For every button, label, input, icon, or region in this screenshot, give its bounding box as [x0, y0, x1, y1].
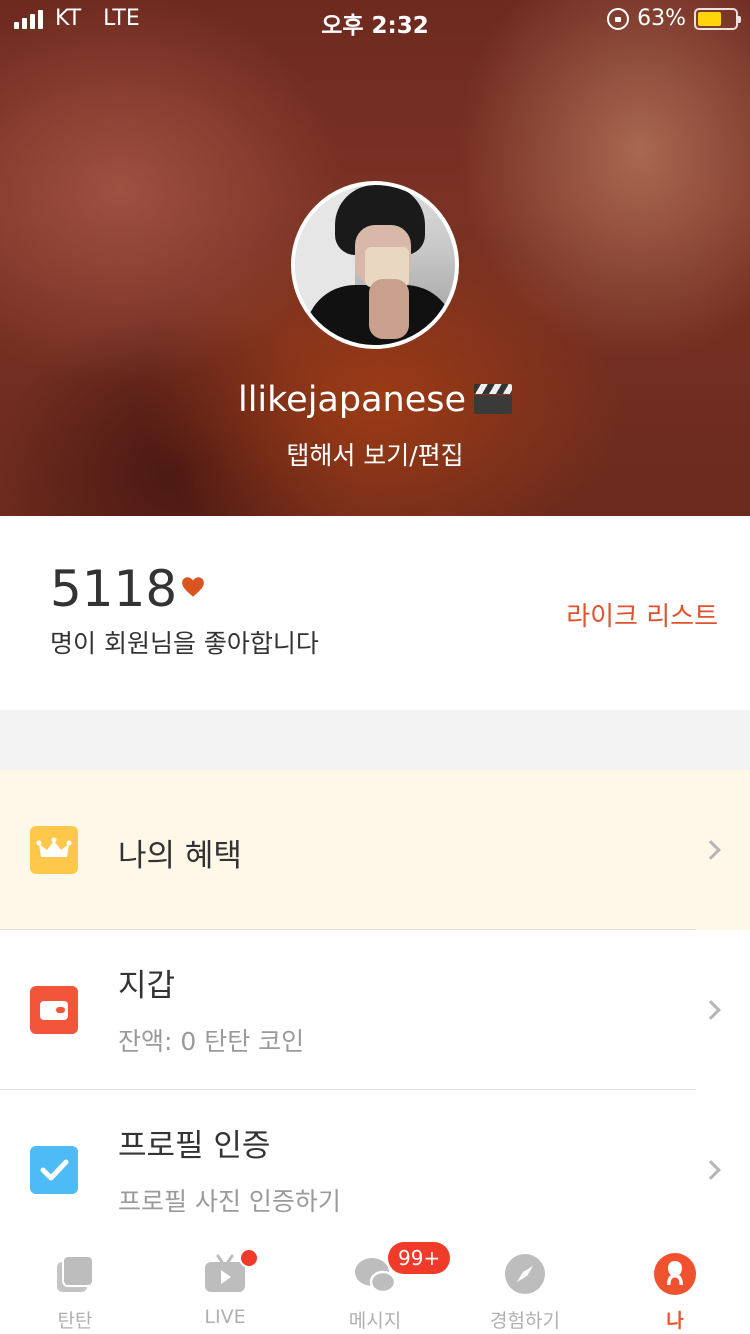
wallet-title: 지갑: [118, 968, 176, 1004]
chevron-right-icon: [701, 1160, 721, 1180]
tab-tantan[interactable]: 탄탄: [0, 1240, 150, 1334]
likes-count: 5118: [50, 560, 178, 618]
chevron-right-icon: [701, 1000, 721, 1020]
compass-icon: [505, 1254, 545, 1294]
tab-me[interactable]: 나: [600, 1240, 750, 1334]
section-gap: [0, 710, 750, 770]
wallet-balance: 잔액: 0 탄탄 코인: [118, 1027, 305, 1056]
heart-icon: [182, 577, 204, 597]
avatar[interactable]: [291, 181, 459, 349]
status-right: 63%: [607, 6, 741, 31]
tab-bar: 탄탄 LIVE 메시지 경험하기 나: [0, 1240, 750, 1334]
view-edit-link[interactable]: 탭해서 보기/편집: [0, 436, 750, 472]
tab-label: 메시지: [348, 1310, 402, 1332]
menu-my-benefits[interactable]: 나의 혜택: [0, 770, 750, 930]
check-icon: [30, 1146, 78, 1194]
rotation-lock-icon: [607, 7, 630, 30]
tab-label: 탄탄: [57, 1310, 93, 1332]
message-badge: 99+: [388, 1242, 451, 1274]
tab-live[interactable]: LIVE: [150, 1240, 300, 1334]
battery-percent: 63%: [637, 6, 686, 31]
tab-label: LIVE: [204, 1306, 246, 1328]
likes-section: 5118 명이 회원님을 좋아합니다 라이크 리스트: [0, 516, 750, 710]
menu-profile-verification[interactable]: 프로필 인증 프로필 사진 인증하기: [0, 1090, 750, 1250]
benefits-title: 나의 혜택: [118, 838, 242, 874]
chevron-right-icon: [701, 840, 721, 860]
username: llikejapanese: [237, 380, 467, 420]
menu-wallet[interactable]: 지갑 잔액: 0 탄탄 코인: [0, 930, 750, 1090]
profile-screen: KT LTE 오후 2:32 63% llikejapanese 탭해서 보기/…: [0, 0, 750, 1334]
tab-label: 경험하기: [490, 1310, 560, 1332]
status-bar: KT LTE 오후 2:32 63%: [0, 0, 750, 40]
clapper-board-icon: [474, 384, 513, 414]
profile-header: KT LTE 오후 2:32 63% llikejapanese 탭해서 보기/…: [0, 0, 750, 516]
crown-icon: [30, 826, 78, 874]
like-list-link[interactable]: 라이크 리스트: [566, 596, 718, 633]
verification-title: 프로필 인증: [118, 1128, 271, 1164]
wallet-icon: [30, 986, 78, 1034]
username-line[interactable]: llikejapanese: [0, 380, 750, 420]
live-notification-dot: [239, 1248, 259, 1268]
cards-icon: [57, 1255, 94, 1292]
person-icon: [654, 1253, 696, 1295]
tab-explore[interactable]: 경험하기: [450, 1240, 600, 1334]
battery-icon: [694, 7, 741, 30]
tab-label: 나: [666, 1310, 684, 1332]
likes-description: 명이 회원님을 좋아합니다: [50, 629, 319, 658]
verification-subtitle: 프로필 사진 인증하기: [118, 1187, 341, 1216]
